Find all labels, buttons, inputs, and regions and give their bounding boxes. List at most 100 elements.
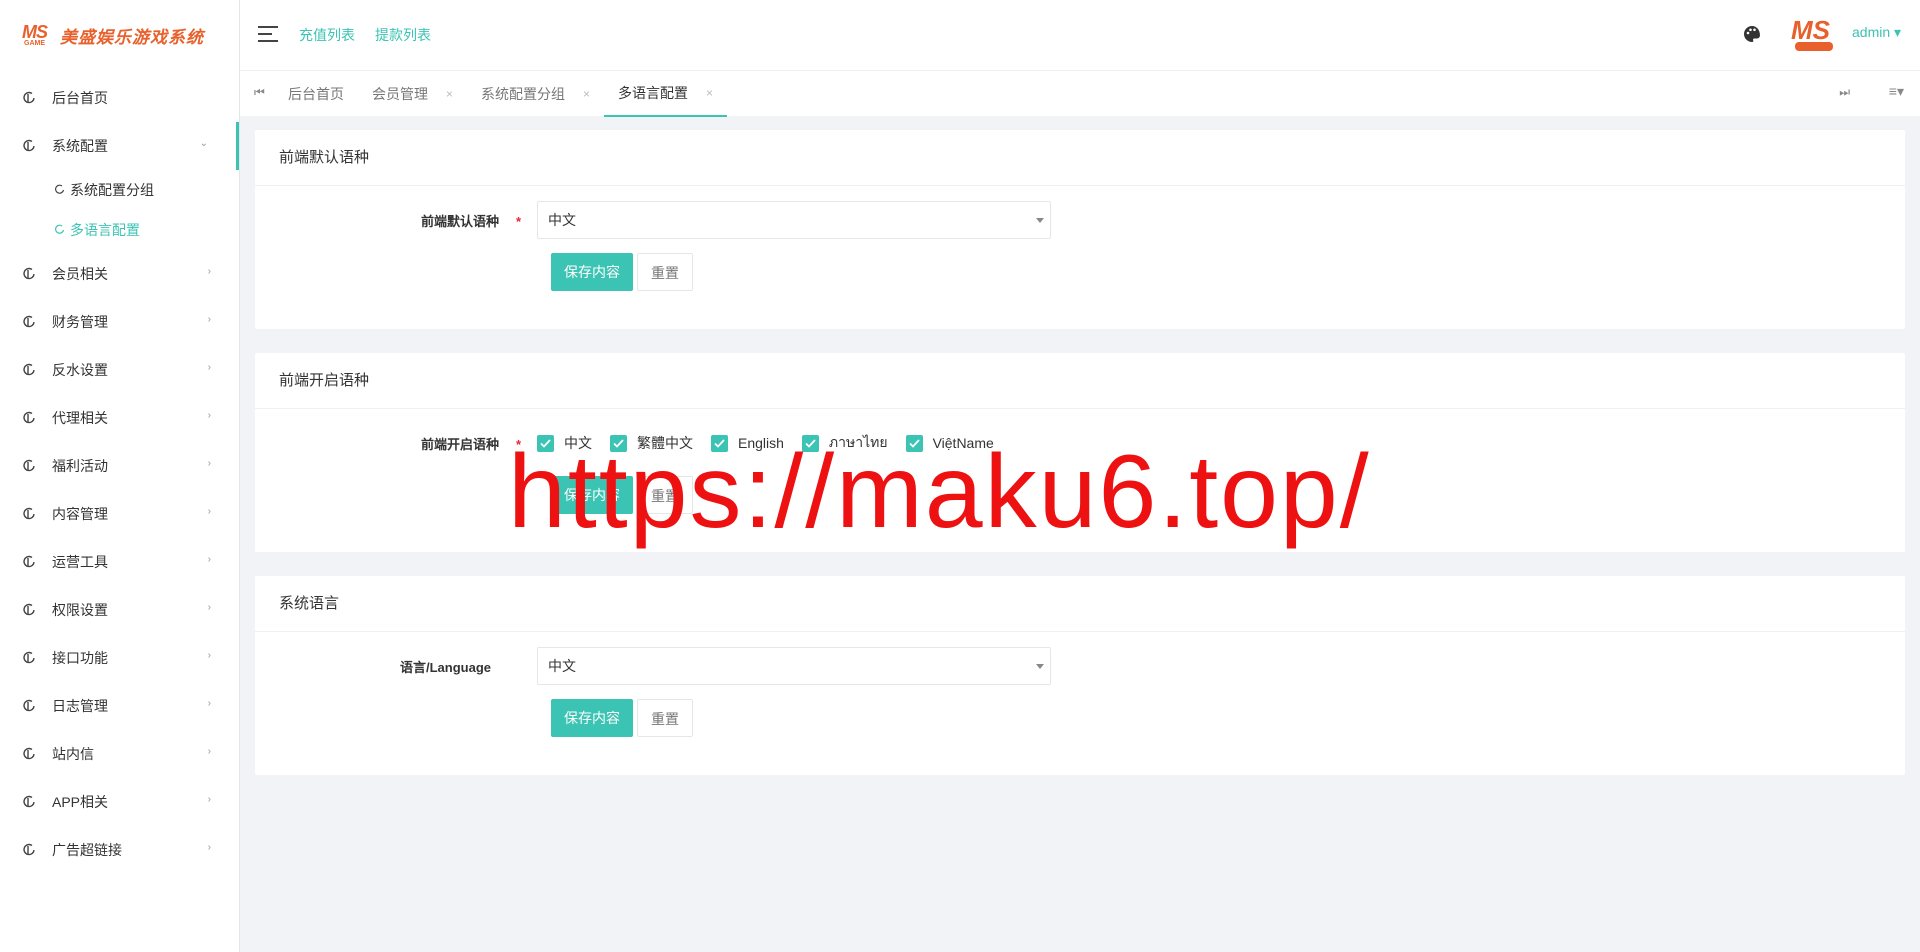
sidebar-item-ops-tools[interactable]: 运营工具 › [0,538,239,586]
circle-icon [22,651,38,665]
chevron-right-icon: › [207,650,211,661]
palette-icon[interactable] [1742,24,1762,44]
sidebar-item-agents[interactable]: 代理相关 › [0,394,239,442]
close-icon[interactable]: × [583,87,590,101]
sidebar-item-ad-links[interactable]: 广告超链接 › [0,826,239,874]
circle-icon [22,315,38,329]
sidebar-item-promotions[interactable]: 福利活动 › [0,442,239,490]
select-value: 中文 [548,212,576,228]
sidebar-item-label: APP相关 [52,794,109,810]
withdraw-list-link[interactable]: 提款列表 [375,25,431,45]
sidebar-item-label: 接口功能 [52,650,108,666]
sidebar-item-label: 反水设置 [52,362,108,378]
chevron-right-icon: › [207,842,211,853]
chevron-right-icon: › [207,794,211,805]
sidebar-item-label: 系统配置 [52,138,108,154]
chevron-down-icon: ⌄ [199,138,208,149]
sidebar-item-label: 运营工具 [52,554,108,570]
tab-config-group[interactable]: 系统配置分组 × [467,71,604,117]
sidebar-item-logs[interactable]: 日志管理 › [0,682,239,730]
default-lang-card: 前端默认语种 前端默认语种 * 中文 保存内容 重置 [255,130,1905,329]
sidebar-item-label: 会员相关 [52,266,108,282]
tabs-next-icon[interactable]: ⏭ [1839,85,1850,100]
chevron-right-icon: › [207,698,211,709]
tab-label: 多语言配置 [618,85,689,101]
card-title: 系统语言 [255,576,1905,632]
sidebar-item-label: 日志管理 [52,698,108,714]
tab-members[interactable]: 会员管理 × [358,71,467,117]
save-button[interactable]: 保存内容 [551,699,633,737]
sidebar-item-content[interactable]: 内容管理 › [0,490,239,538]
field-label: 前端开启语种 * [420,436,521,452]
reset-button[interactable]: 重置 [637,253,693,291]
logo-mark: MS GAME [22,23,52,47]
chevron-right-icon: › [207,554,211,565]
sidebar-item-home[interactable]: 后台首页 [0,74,239,122]
sidebar-subitem-config-group[interactable]: 系统配置分组 [0,170,239,210]
field-label: 前端默认语种 * [420,213,521,229]
sidebar-item-label: 广告超链接 [52,842,122,858]
sidebar-submenu: 系统配置分组 多语言配置 [0,170,239,250]
svg-text:MS: MS [1791,15,1831,45]
sidebar-item-system-config[interactable]: 系统配置 ⌄ [0,122,239,170]
sidebar-subitem-multilang[interactable]: 多语言配置 [0,210,239,250]
close-icon[interactable]: × [446,87,453,101]
select-value: 中文 [548,658,576,674]
circle-icon [22,507,38,521]
sidebar-item-label: 代理相关 [52,410,108,426]
caret-down-icon [1036,664,1044,669]
sidebar: MS GAME 美盛娱乐游戏系统 后台首页 系统配置 ⌄ 系统配置分组 多语言配… [0,0,240,952]
chevron-right-icon: › [207,362,211,373]
page-tabs-bar: ⏮ 后台首页 会员管理 × 系统配置分组 × 多语言配置 × ⏭ ≡▾ [240,70,1920,117]
sidebar-subitem-label: 多语言配置 [70,222,140,238]
tabs-prev-icon[interactable]: ⏮ [254,85,265,100]
sidebar-item-label: 后台首页 [52,90,108,106]
tab-label: 会员管理 [372,86,428,102]
circle-icon [22,747,38,761]
sidebar-item-label: 财务管理 [52,314,108,330]
circle-icon [22,459,38,473]
sidebar-subitem-label: 系统配置分组 [70,182,154,198]
reset-button[interactable]: 重置 [637,699,693,737]
logo-mark-sub: GAME [24,40,45,47]
sidebar-item-api[interactable]: 接口功能 › [0,634,239,682]
circle-icon [54,184,66,196]
system-lang-select[interactable]: 中文 [537,647,1051,685]
recharge-list-link[interactable]: 充值列表 [299,25,355,45]
top-header: 充值列表 提款列表 MS admin ▾ [240,0,1920,70]
chevron-right-icon: › [207,458,211,469]
tab-list: 后台首页 会员管理 × 系统配置分组 × 多语言配置 × [274,71,728,117]
sidebar-item-label: 权限设置 [52,602,108,618]
circle-icon [22,411,38,425]
sidebar-item-finance[interactable]: 财务管理 › [0,298,239,346]
user-menu[interactable]: admin ▾ [1852,24,1901,41]
tab-home[interactable]: 后台首页 [274,71,358,117]
sidebar-menu: 后台首页 系统配置 ⌄ 系统配置分组 多语言配置 会员相关 › 财务管理 › 反… [0,74,239,874]
app-title: 美盛娱乐游戏系统 [60,27,204,47]
logo-mark-text: MS [22,22,48,42]
sidebar-item-members[interactable]: 会员相关 › [0,250,239,298]
circle-icon [22,267,38,281]
default-lang-select[interactable]: 中文 [537,201,1051,239]
tabs-menu-icon[interactable]: ≡▾ [1889,83,1904,100]
chevron-right-icon: › [207,314,211,325]
system-lang-card: 系统语言 语言/Language 中文 保存内容 重置 [255,576,1905,775]
required-mark: * [515,213,521,229]
circle-icon [22,91,38,105]
watermark-overlay: https://maku6.top/ [508,434,1371,550]
sidebar-item-label: 内容管理 [52,506,108,522]
sidebar-item-app[interactable]: APP相关 › [0,778,239,826]
close-icon[interactable]: × [706,86,713,100]
circle-icon [22,363,38,377]
sidebar-item-messages[interactable]: 站内信 › [0,730,239,778]
tab-multilang[interactable]: 多语言配置 × [604,71,728,117]
save-button[interactable]: 保存内容 [551,253,633,291]
menu-toggle-icon[interactable] [258,26,278,42]
circle-icon [22,843,38,857]
logo[interactable]: MS GAME 美盛娱乐游戏系统 [0,0,239,70]
sidebar-item-rebate[interactable]: 反水设置 › [0,346,239,394]
avatar[interactable]: MS [1789,13,1839,53]
card-title: 前端默认语种 [255,130,1905,186]
sidebar-item-permissions[interactable]: 权限设置 › [0,586,239,634]
chevron-right-icon: › [207,602,211,613]
